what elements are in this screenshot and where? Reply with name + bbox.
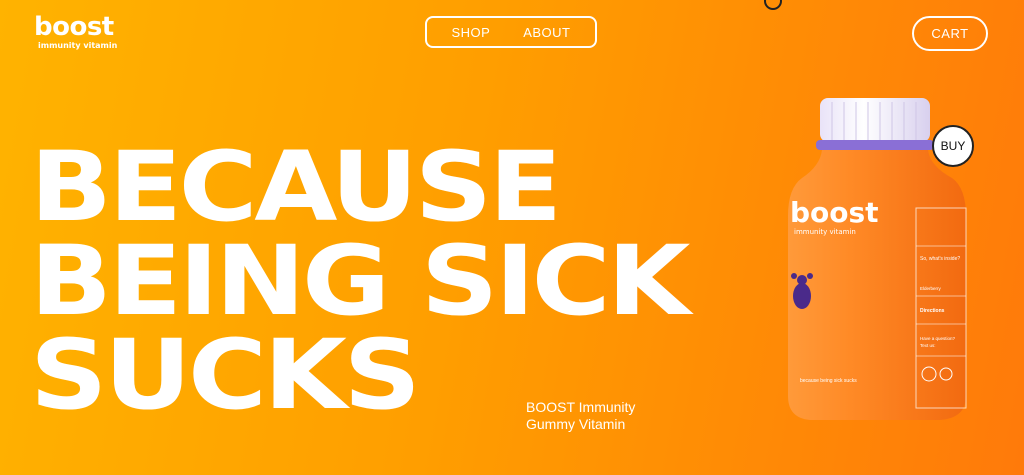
headline-line: BEING SICK <box>30 225 691 337</box>
bottle-question: Have a question? <box>920 336 956 341</box>
bottle-whats-inside: So, what's inside? <box>920 256 960 262</box>
subtitle-line: Gummy Vitamin <box>526 416 626 432</box>
nav-about-link[interactable]: ABOUT <box>523 25 570 40</box>
brand-logo[interactable]: boost immunity vitamin <box>34 14 117 50</box>
cursor-circle-icon <box>764 0 782 10</box>
logo-tagline: immunity vitamin <box>38 41 118 50</box>
bottle-text-us: Text us: <box>920 343 936 348</box>
bottle-directions: Directions <box>920 308 945 314</box>
nav-shop-link[interactable]: SHOP <box>451 25 490 40</box>
bottle-label-brand: boost <box>790 196 879 229</box>
hero-subtitle: BOOST Immunity Gummy Vitamin <box>526 399 635 433</box>
buy-button[interactable]: BUY <box>932 125 974 167</box>
bottle-label-sub: immunity vitamin <box>794 228 856 236</box>
logo-wordmark: boost <box>34 12 114 42</box>
hero-headline: BECAUSE BEING SICK SUCKS <box>30 131 691 423</box>
headline-line: BECAUSE <box>30 131 562 243</box>
main-nav: SHOP ABOUT <box>425 16 597 48</box>
subtitle-line: BOOST Immunity <box>526 399 636 415</box>
bottle-elderberry: Elderberry <box>920 286 942 291</box>
bottle-label-tag: because being sick sucks <box>800 378 857 384</box>
cart-button[interactable]: CART <box>912 16 988 51</box>
